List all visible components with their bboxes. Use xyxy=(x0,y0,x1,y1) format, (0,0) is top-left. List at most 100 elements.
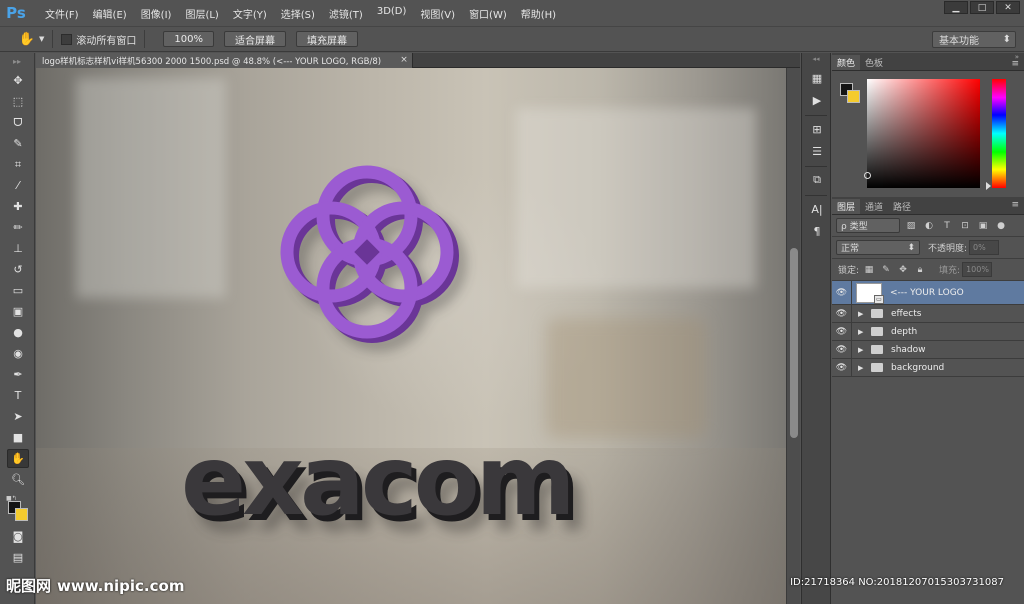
minimize-button[interactable]: ▁ xyxy=(944,1,968,14)
opacity-input[interactable]: 0% xyxy=(969,240,1000,255)
layer-effects[interactable]: 👁︎ ▶ effects xyxy=(832,305,1024,323)
clone-source-icon[interactable]: ⧉ xyxy=(807,171,827,189)
history-panel-icon[interactable]: ▦ xyxy=(807,69,827,87)
type-filter-icon[interactable]: T xyxy=(940,219,954,233)
scroll-all-windows-checkbox[interactable] xyxy=(61,33,73,45)
panel-menu-icon[interactable]: ≡ xyxy=(1011,200,1019,210)
pixel-filter-icon[interactable]: ▨ xyxy=(904,219,918,233)
layer-kind-select[interactable]: ρ 类型 xyxy=(836,218,900,233)
lasso-icon[interactable]: ᗜ xyxy=(7,113,29,132)
quick-select-icon[interactable]: ✎ xyxy=(7,134,29,153)
brush-icon[interactable]: ✏ xyxy=(7,218,29,237)
menu-image[interactable]: 图像(I) xyxy=(134,6,179,21)
visibility-eye-icon[interactable]: 👁︎ xyxy=(832,359,852,376)
menu-view[interactable]: 视图(V) xyxy=(413,6,462,21)
background-color[interactable] xyxy=(15,508,28,521)
visibility-eye-icon[interactable]: 👁︎ xyxy=(832,281,852,304)
scroll-all-windows-option[interactable]: 滚动所有窗口 xyxy=(61,32,136,47)
visibility-eye-icon[interactable]: 👁︎ xyxy=(832,341,852,358)
maximize-button[interactable]: □ xyxy=(970,1,994,14)
paragraph-panel-icon[interactable]: ¶ xyxy=(807,222,827,240)
color-swatches[interactable]: ■↰ xyxy=(4,495,34,525)
lock-pixels-icon[interactable]: ✎ xyxy=(879,263,893,277)
hue-slider-handle[interactable] xyxy=(986,182,991,190)
stamp-icon[interactable]: ⊥ xyxy=(7,239,29,258)
tab-paths[interactable]: 路径 xyxy=(888,199,916,214)
close-tab-icon[interactable]: × xyxy=(398,54,410,66)
menu-filter[interactable]: 滤镜(T) xyxy=(322,6,370,21)
layer-shadow[interactable]: 👁︎ ▶ shadow xyxy=(832,341,1024,359)
move-icon[interactable]: ✥ xyxy=(7,71,29,90)
tab-channels[interactable]: 通道 xyxy=(860,199,888,214)
history-brush-icon[interactable]: ↺ xyxy=(7,260,29,279)
lock-transparency-icon[interactable]: ▦ xyxy=(862,263,876,277)
blur-icon[interactable]: ● xyxy=(7,323,29,342)
lock-position-icon[interactable]: ✥ xyxy=(896,263,910,277)
adjustment-filter-icon[interactable]: ◐ xyxy=(922,219,936,233)
menu-layer[interactable]: 图层(L) xyxy=(178,6,225,21)
hand-tool-preset-icon[interactable]: ✋ xyxy=(17,29,37,49)
gradient-icon[interactable]: ▣ xyxy=(7,302,29,321)
lock-all-icon[interactable]: 🔒︎ xyxy=(913,263,927,277)
menu-3d[interactable]: 3D(D) xyxy=(370,6,414,21)
expand-arrow-icon[interactable]: ▶ xyxy=(858,346,868,354)
blend-mode-select[interactable]: 正常 ⬍ xyxy=(836,240,920,255)
document-canvas[interactable]: exacom exacom exacom xyxy=(36,68,786,604)
tab-swatches[interactable]: 色板 xyxy=(860,55,888,70)
expand-arrow-icon[interactable]: ▶ xyxy=(858,364,868,372)
fill-screen-button[interactable]: 填充屏幕 xyxy=(295,31,358,47)
eraser-icon[interactable]: ▭ xyxy=(7,281,29,300)
shape-filter-icon[interactable]: ⊡ xyxy=(958,219,972,233)
type-icon[interactable]: T xyxy=(7,386,29,405)
character-panel-icon[interactable]: A| xyxy=(807,200,827,218)
panel-grip[interactable]: ◂◂ xyxy=(802,53,830,65)
scrollbar-thumb[interactable] xyxy=(790,248,798,438)
healing-icon[interactable]: ✚ xyxy=(7,197,29,216)
color-picker-marker[interactable] xyxy=(864,172,871,179)
layer-your-logo[interactable]: 👁︎ ▭ <--- YOUR LOGO xyxy=(832,281,1024,305)
shape-icon[interactable]: ■ xyxy=(7,428,29,447)
menu-help[interactable]: 帮助(H) xyxy=(514,6,563,21)
menu-type[interactable]: 文字(Y) xyxy=(226,6,274,21)
menu-edit[interactable]: 编辑(E) xyxy=(86,6,134,21)
tab-color[interactable]: 颜色 xyxy=(832,55,861,70)
canvas-vertical-scrollbar[interactable] xyxy=(786,68,800,604)
properties-panel-icon[interactable]: ⊞ xyxy=(807,120,827,138)
tab-layers[interactable]: 图层 xyxy=(832,199,861,214)
hand-icon[interactable]: ✋ xyxy=(7,449,29,468)
layer-depth[interactable]: 👁︎ ▶ depth xyxy=(832,323,1024,341)
panel-menu-icon[interactable]: ≡ xyxy=(1011,59,1019,69)
hue-slider[interactable] xyxy=(992,79,1006,188)
chevron-down-icon[interactable]: ▼ xyxy=(39,35,44,43)
visibility-eye-icon[interactable]: 👁︎ xyxy=(832,305,852,322)
expand-arrow-icon[interactable]: ▶ xyxy=(858,328,868,336)
dodge-icon[interactable]: ◉ xyxy=(7,344,29,363)
workspace-select[interactable]: 基本功能 ⬍ xyxy=(932,31,1016,48)
expand-arrow-icon[interactable]: ▶ xyxy=(858,310,868,318)
crop-icon[interactable]: ⌗ xyxy=(7,155,29,174)
menu-select[interactable]: 选择(S) xyxy=(274,6,322,21)
menu-file[interactable]: 文件(F) xyxy=(38,6,86,21)
eyedropper-icon[interactable]: ⁄ xyxy=(7,176,29,195)
info-panel-icon[interactable]: ☰ xyxy=(807,142,827,160)
pen-icon[interactable]: ✒ xyxy=(7,365,29,384)
screen-mode-icon[interactable]: ▤ xyxy=(7,548,29,567)
quick-mask-icon[interactable]: ◙ xyxy=(7,527,29,546)
zoom-100-button[interactable]: 100% xyxy=(163,31,214,47)
zoom-icon[interactable]: 🔍︎ xyxy=(7,470,29,489)
menu-window[interactable]: 窗口(W) xyxy=(462,6,514,21)
fill-input[interactable]: 100% xyxy=(962,262,993,277)
document-tab[interactable]: logo样机标志样机vi样机56300 2000 1500.psd @ 48.8… xyxy=(36,53,413,68)
smart-object-filter-icon[interactable]: ▣ xyxy=(976,219,990,233)
fit-screen-button[interactable]: 适合屏幕 xyxy=(223,31,286,47)
close-button[interactable]: ✕ xyxy=(996,1,1020,14)
marquee-icon[interactable]: ⬚ xyxy=(7,92,29,111)
layer-background[interactable]: 👁︎ ▶ background xyxy=(832,359,1024,377)
visibility-eye-icon[interactable]: 👁︎ xyxy=(832,323,852,340)
color-picker-field[interactable] xyxy=(867,79,980,188)
actions-panel-icon[interactable]: ▶ xyxy=(807,91,827,109)
background-color-swatch[interactable] xyxy=(847,90,860,103)
panel-grip[interactable]: ▸▸ xyxy=(0,53,34,69)
path-select-icon[interactable]: ➤ xyxy=(7,407,29,426)
filter-toggle-icon[interactable]: ● xyxy=(994,219,1008,233)
